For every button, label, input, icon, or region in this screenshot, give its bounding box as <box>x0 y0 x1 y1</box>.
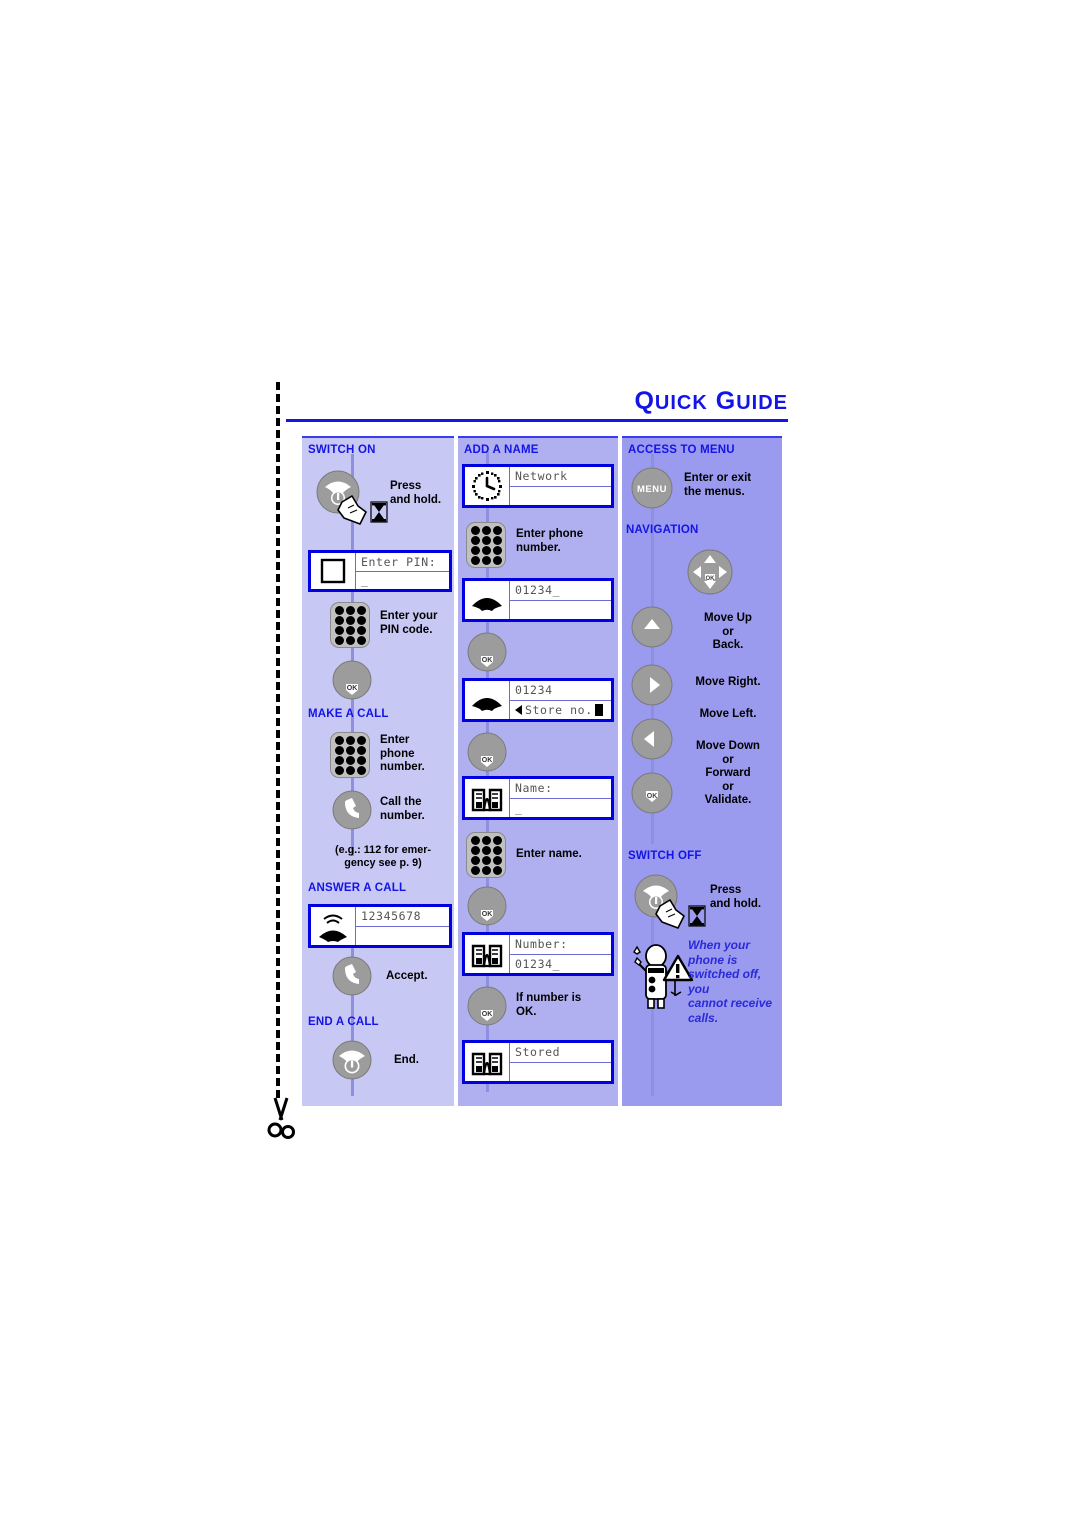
menu-key-icon[interactable]: MENU <box>630 466 674 510</box>
phonebook-icon <box>465 779 510 817</box>
screen-incoming-call: 12345678 <box>308 904 452 948</box>
ok-key-icon[interactable]: OK <box>332 660 372 700</box>
screen-line-2: _ <box>361 573 369 588</box>
page-title: QUICK GUIDE <box>286 388 788 426</box>
scissors-icon <box>262 1096 300 1140</box>
cut-line <box>276 382 280 1098</box>
label-move-left: Move Left. <box>699 708 757 720</box>
left-key-icon[interactable] <box>631 718 673 760</box>
screen-enter-number: Number: 01234_ <box>462 932 614 976</box>
label-enter-phone-number: Enter phone number. <box>516 528 584 554</box>
left-arrow-icon <box>515 704 522 715</box>
section-heading-switch-on: SWITCH ON <box>308 444 376 456</box>
screen-line-2 <box>510 601 611 620</box>
title-rule <box>286 419 788 422</box>
navigation-key-icon[interactable]: OK <box>684 546 736 598</box>
screen-line-1: 01234_ <box>510 581 611 601</box>
ok-key-icon[interactable]: OK <box>467 986 507 1026</box>
screen-line-2 <box>356 927 449 946</box>
keypad-icon[interactable] <box>466 832 506 878</box>
svg-text:OK: OK <box>647 793 658 800</box>
label-enter-phone-number: Enter phone number. <box>380 734 425 773</box>
svg-text:OK: OK <box>482 757 493 764</box>
label-move-down: Move Down or Forward or Validate. <box>696 740 760 806</box>
screen-line-2: Store no. <box>510 701 611 720</box>
section-heading-access-to-menu: ACCESS TO MENU <box>628 444 735 456</box>
title-g: G <box>715 387 737 415</box>
title-uick: UICK <box>654 392 708 414</box>
column-basic-operations: SWITCH ON Press and hold. Enter PIN: _ E… <box>302 436 454 1106</box>
column-menu-navigation: ACCESS TO MENU MENU Enter or exit the me… <box>622 436 782 1106</box>
screen-line-1: Network <box>510 467 611 487</box>
keypad-icon[interactable] <box>330 732 370 778</box>
section-heading-end-a-call: END A CALL <box>308 1016 379 1028</box>
label-enter-or-exit-menus: Enter or exit the menus. <box>684 472 752 498</box>
handset-icon <box>465 681 510 719</box>
section-heading-switch-off: SWITCH OFF <box>628 850 702 862</box>
section-heading-make-a-call: MAKE A CALL <box>308 708 389 720</box>
screen-line-2: 01234_ <box>515 956 561 971</box>
section-heading-add-a-name: ADD A NAME <box>464 444 539 456</box>
up-key-icon[interactable] <box>631 606 673 648</box>
svg-text:OK: OK <box>482 657 493 664</box>
screen-network: Network <box>462 464 614 508</box>
svg-text:OK: OK <box>706 576 716 582</box>
quick-guide-page: QUICK GUIDE SWITCH ON Press and hold. En… <box>0 0 1080 1528</box>
handset-icon <box>465 581 510 619</box>
text-cursor <box>594 703 603 716</box>
call-key-icon[interactable] <box>332 956 372 996</box>
blank-square-icon <box>311 553 356 589</box>
label-enter-pin-code: Enter your PIN code. <box>380 610 438 636</box>
screen-line-1: 01234 <box>510 681 611 701</box>
ringing-handset-icon <box>311 907 356 945</box>
svg-text:OK: OK <box>482 1011 493 1018</box>
phonebook-icon <box>465 935 510 973</box>
label-accept: Accept. <box>386 970 428 982</box>
power-key-icon[interactable] <box>630 872 716 932</box>
label-press-and-hold: Press and hold. <box>710 884 762 910</box>
screen-stored: Stored <box>462 1040 614 1084</box>
label-move-up: Move Up or Back. <box>704 612 752 651</box>
svg-text:MENU: MENU <box>637 484 667 495</box>
screen-store-number: 01234 Store no. <box>462 678 614 722</box>
column-add-a-name: ADD A NAME Network Enter phone number. 0… <box>458 436 618 1106</box>
label-move-right: Move Right. <box>695 676 761 688</box>
note-switched-off-warning: When your phone is switched off, you can… <box>688 938 773 1025</box>
section-heading-navigation: NAVIGATION <box>626 524 699 536</box>
keypad-icon[interactable] <box>466 522 506 568</box>
phonebook-icon <box>465 1043 510 1081</box>
svg-text:OK: OK <box>347 685 358 692</box>
screen-line-1: 12345678 <box>356 907 449 927</box>
screen-enter-name: Name: _ <box>462 776 614 820</box>
clock-icon <box>465 467 510 505</box>
title-q: Q <box>634 387 655 415</box>
keypad-icon[interactable] <box>330 602 370 648</box>
title-uide: UIDE <box>736 392 788 414</box>
note-emergency-number: (e.g.: 112 for emer- gency see p. 9) <box>334 844 431 869</box>
screen-line-2 <box>510 1063 611 1082</box>
label-end: End. <box>394 1054 419 1066</box>
label-if-number-is-ok: If number is OK. <box>516 992 582 1018</box>
end-key-icon[interactable] <box>332 1040 372 1080</box>
screen-line-1: Number: <box>510 935 611 955</box>
power-key-icon[interactable] <box>312 468 398 528</box>
screen-line-1: Stored <box>510 1043 611 1063</box>
svg-text:OK: OK <box>482 911 493 918</box>
screen-enter-pin: Enter PIN: _ <box>308 550 452 592</box>
screen-dialing: 01234_ <box>462 578 614 622</box>
screen-line-1: Name: <box>510 779 611 799</box>
down-validate-key-icon[interactable]: OK <box>631 772 673 814</box>
screen-line-2: _ <box>515 800 523 815</box>
right-key-icon[interactable] <box>631 664 673 706</box>
screen-line-2 <box>510 487 611 506</box>
label-enter-name: Enter name. <box>516 848 582 860</box>
ok-key-icon[interactable]: OK <box>467 632 507 672</box>
ok-key-icon[interactable]: OK <box>467 886 507 926</box>
label-press-and-hold: Press and hold. <box>390 480 442 506</box>
screen-line-1: Enter PIN: <box>356 553 449 572</box>
section-heading-answer-a-call: ANSWER A CALL <box>308 882 407 894</box>
call-key-icon[interactable] <box>332 790 372 830</box>
ok-key-icon[interactable]: OK <box>467 732 507 772</box>
label-call-the-number: Call the number. <box>380 796 425 822</box>
